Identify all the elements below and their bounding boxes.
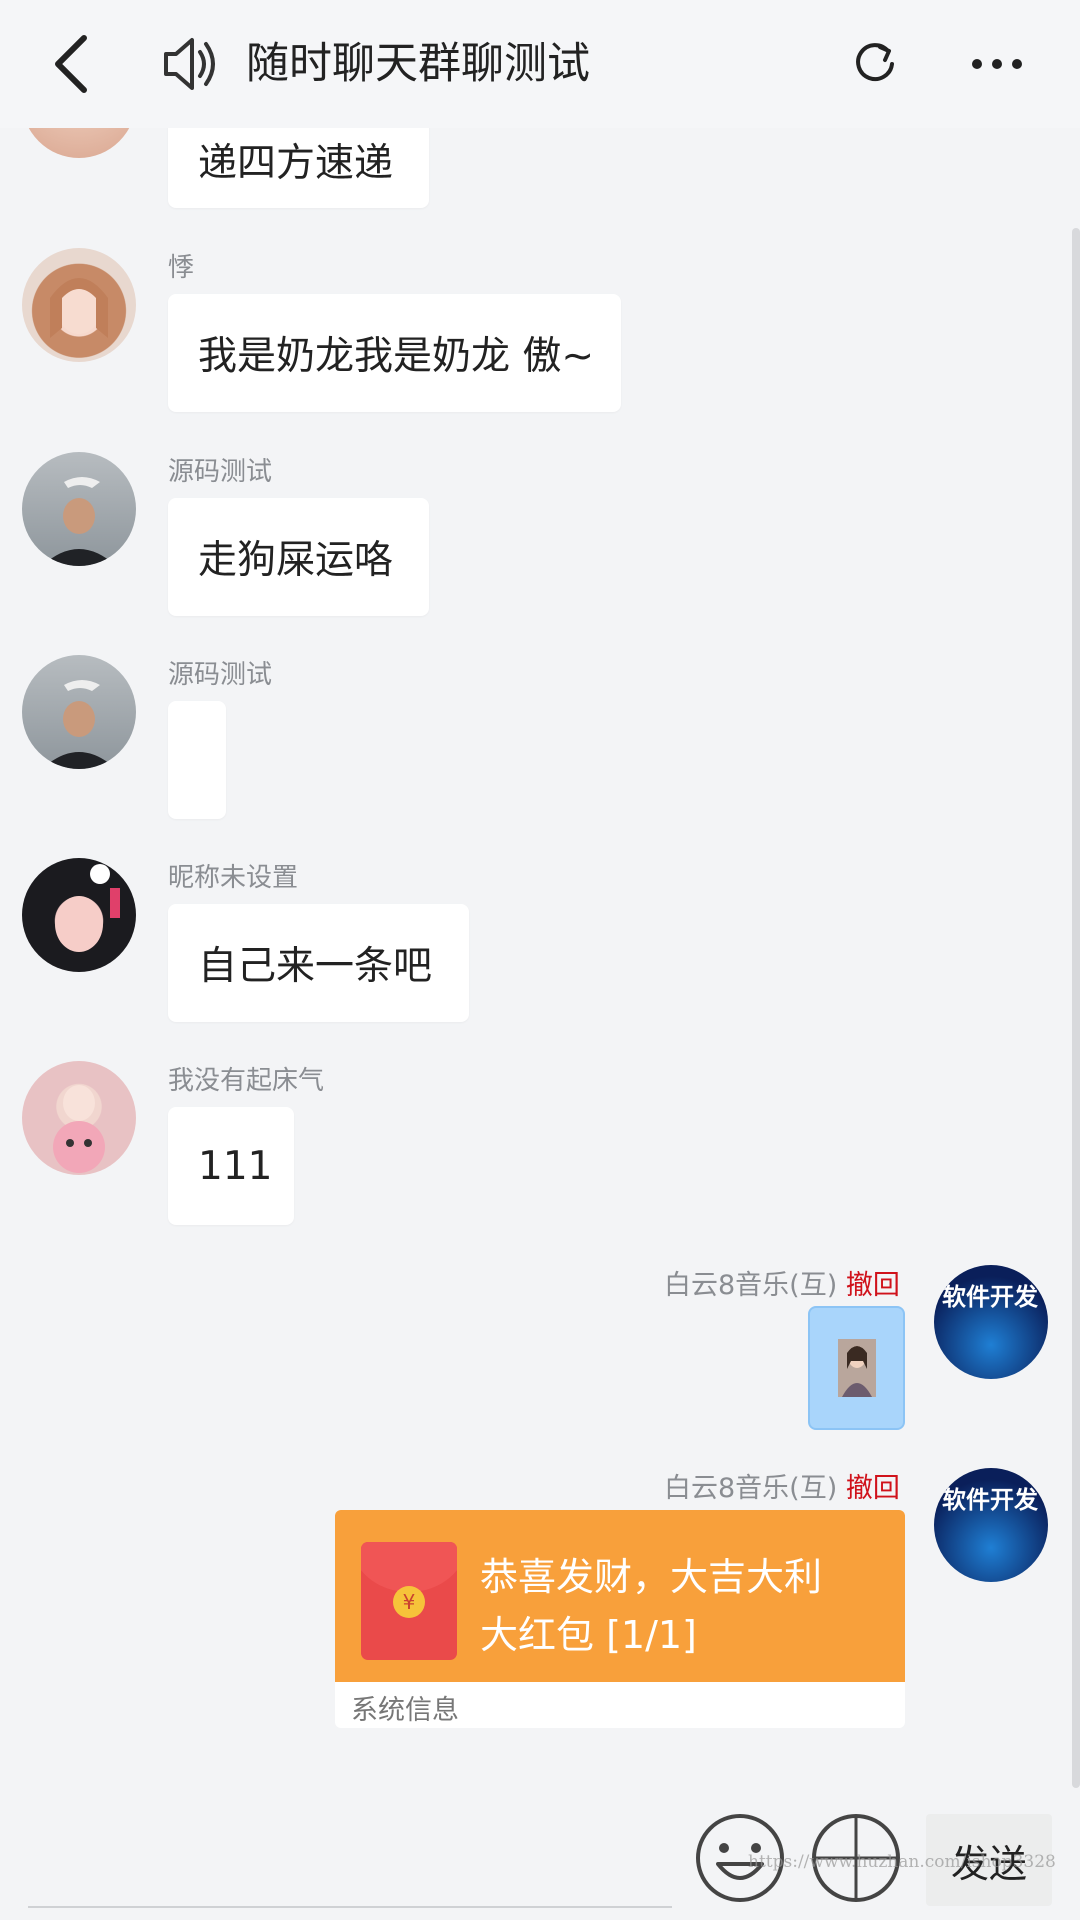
chat-title: 随时聊天群聊测试 xyxy=(246,39,590,89)
red-packet-title: 恭喜发财，大吉大利 xyxy=(480,1555,823,1599)
red-envelope-icon: ¥ xyxy=(361,1542,457,1660)
avatar-text: 软件开发 xyxy=(942,1283,1038,1311)
chevron-left-icon xyxy=(55,35,87,93)
message-text: 我是奶龙我是奶龙 傲~ xyxy=(198,334,595,379)
watermark: https://www.huzhan.com/ishop3328 xyxy=(748,1852,1056,1872)
message-bubble xyxy=(168,701,226,819)
image-message[interactable] xyxy=(808,1306,905,1430)
sender-name: 我没有起床气 xyxy=(168,1066,325,1096)
speaker-button[interactable] xyxy=(150,22,230,106)
more-icon xyxy=(972,59,1022,69)
recall-link[interactable]: 撤回 xyxy=(846,1270,900,1301)
message-bubble: 111 xyxy=(168,1107,294,1225)
message-bubble: 我是奶龙我是奶龙 傲~ xyxy=(168,294,621,412)
sender-name: 白云8音乐(互) 撤回 xyxy=(664,1473,900,1505)
scrollbar[interactable] xyxy=(1072,228,1080,1788)
red-packet-body: ¥ 恭喜发财，大吉大利 大红包 [1/1] xyxy=(335,1510,905,1682)
photo-thumbnail-icon xyxy=(837,1339,876,1397)
sender-name: 昵称未设置 xyxy=(168,863,299,893)
red-packet-footer: 系统信息 xyxy=(351,1695,459,1726)
sender-name: 源码测试 xyxy=(168,660,273,690)
avatar[interactable] xyxy=(22,248,136,362)
refresh-button[interactable] xyxy=(840,24,910,104)
red-packet-message[interactable]: ¥ 恭喜发财，大吉大利 大红包 [1/1] 系统信息 xyxy=(335,1510,905,1728)
avatar[interactable] xyxy=(22,655,136,769)
speaker-icon xyxy=(164,38,215,90)
back-button[interactable] xyxy=(30,24,110,104)
message-bubble: 走狗屎运咯 xyxy=(168,498,429,616)
more-button[interactable] xyxy=(960,24,1034,104)
header-bar: 随时聊天群聊测试 xyxy=(0,0,1080,128)
avatar[interactable] xyxy=(22,858,136,972)
avatar-text: 软件开发 xyxy=(942,1486,1038,1514)
avatar[interactable]: 软件开发 xyxy=(934,1468,1048,1582)
message-bubble: 自己来一条吧 xyxy=(168,904,469,1022)
sender-name: 白云8音乐(互) 撤回 xyxy=(664,1270,900,1302)
sender-name: 悸 xyxy=(168,253,195,283)
message-text: 111 xyxy=(198,1143,273,1189)
recall-link[interactable]: 撤回 xyxy=(846,1473,900,1504)
own-sender-name: 白云8音乐(互) xyxy=(664,1473,838,1504)
avatar[interactable] xyxy=(22,1061,136,1175)
refresh-icon xyxy=(856,43,894,82)
sender-name: 源码测试 xyxy=(168,457,273,487)
red-packet-subtitle: 大红包 [1/1] xyxy=(480,1613,697,1657)
message-text: 自己来一条吧 xyxy=(198,944,433,989)
avatar[interactable]: 软件开发 xyxy=(934,1265,1048,1379)
message-text: 走狗屎运咯 xyxy=(198,538,394,583)
message-text: 递四方速递 xyxy=(198,141,394,186)
chat-area: 递四方速递 悸 我是奶龙我是奶龙 傲~ 源码测试 走狗屎运咯 源码测试 昵称未设… xyxy=(0,0,1080,1800)
message-input-line[interactable] xyxy=(28,1906,672,1908)
own-sender-name: 白云8音乐(互) xyxy=(664,1270,838,1301)
avatar[interactable] xyxy=(22,452,136,566)
coin-icon: ¥ xyxy=(393,1586,425,1618)
